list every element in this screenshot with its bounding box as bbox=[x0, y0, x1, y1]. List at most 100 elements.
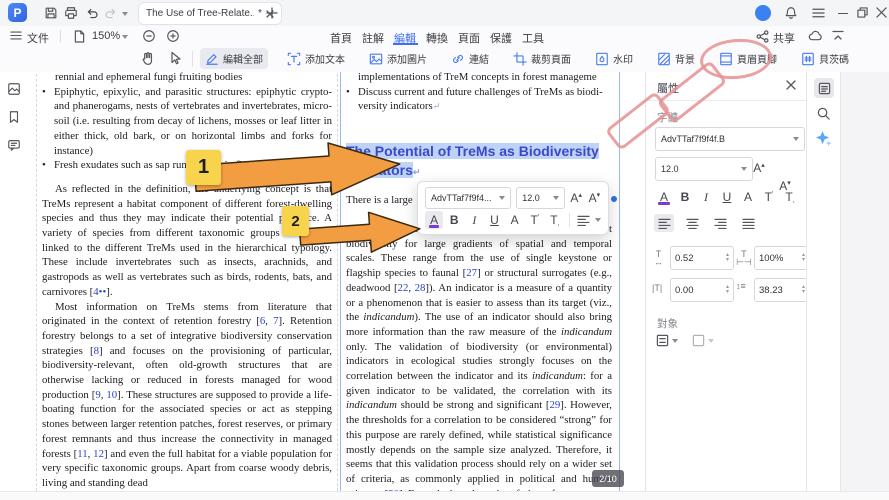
collapsed-panel-area bbox=[840, 72, 889, 491]
font-color-icon[interactable]: A bbox=[654, 188, 674, 206]
superscript-icon[interactable]: T ′ bbox=[759, 188, 779, 206]
ribbon-tab-tools[interactable]: 工具 bbox=[522, 30, 544, 46]
print-icon[interactable] bbox=[64, 6, 78, 20]
hand-tool-icon[interactable] bbox=[140, 51, 155, 66]
paragraph-continuation: implementations of TreM concepts in fore… bbox=[358, 72, 597, 83]
properties-panel: 屬性 字體 AdvTTaf7f9f4f.B 12.0 A ▴ A ▾ A B I U… bbox=[645, 72, 810, 491]
divider bbox=[60, 30, 61, 42]
align-center-icon[interactable] bbox=[682, 214, 702, 232]
undo-icon[interactable] bbox=[86, 7, 99, 20]
alignment-dropdown-icon[interactable] bbox=[595, 218, 602, 222]
ribbon-tab-page[interactable]: 頁面 bbox=[458, 30, 480, 46]
redo-icon[interactable] bbox=[104, 7, 117, 20]
divider bbox=[568, 213, 570, 227]
font-size-select[interactable]: 12.0 bbox=[516, 187, 565, 209]
ribbon-tab-convert[interactable]: 轉換 bbox=[426, 30, 448, 46]
properties-tab-icon[interactable] bbox=[814, 78, 834, 98]
link-button[interactable]: 連結 bbox=[446, 48, 494, 69]
edit-all-button[interactable]: 編輯全部 bbox=[200, 48, 268, 69]
floating-format-toolbar: AdvTTaf7f9f4... 12.0 A ▴ A ▾ A B I U A T ′ … bbox=[417, 181, 609, 235]
file-menu-icon[interactable] bbox=[10, 30, 22, 41]
underline-icon[interactable]: U bbox=[717, 188, 737, 206]
bullet-text: Discuss current and future challenges of… bbox=[358, 85, 603, 113]
object-align-icon[interactable] bbox=[656, 334, 678, 347]
comments-icon[interactable] bbox=[7, 138, 21, 152]
close-button[interactable] bbox=[876, 7, 887, 18]
ribbon-tab-comment[interactable]: 註解 bbox=[362, 30, 384, 46]
bookmarks-icon[interactable] bbox=[7, 110, 21, 124]
file-menu[interactable]: 文件 bbox=[27, 30, 49, 46]
zoom-dropdown-icon[interactable] bbox=[122, 35, 128, 39]
watermark-button[interactable]: 水印 bbox=[590, 48, 638, 69]
hamburger-menu-icon[interactable] bbox=[812, 7, 825, 19]
object-arrange-icon[interactable] bbox=[692, 334, 714, 347]
alignment-icon[interactable] bbox=[575, 211, 593, 229]
subscript-icon[interactable]: T, bbox=[780, 188, 800, 206]
font-family-select[interactable]: AdvTTaf7f9f4... bbox=[425, 187, 512, 209]
ai-assistant-icon[interactable] bbox=[815, 130, 832, 147]
history-dropdown-icon[interactable] bbox=[122, 12, 128, 16]
bates-number-button[interactable]: 貝茨碼 bbox=[796, 48, 854, 69]
bold-icon[interactable]: B bbox=[675, 188, 695, 206]
align-right-icon[interactable] bbox=[710, 214, 730, 232]
new-tab-icon[interactable] bbox=[266, 7, 278, 19]
ribbon-tab-home[interactable]: 首頁 bbox=[330, 30, 352, 46]
zoom-level-value[interactable]: 150% bbox=[92, 30, 120, 42]
subscript-icon[interactable]: T, bbox=[546, 211, 564, 229]
font-family-select[interactable]: AdvTTaf7f9f4f.B bbox=[655, 127, 805, 151]
ribbon-tab-protect[interactable]: 保護 bbox=[490, 30, 512, 46]
align-left-icon[interactable] bbox=[654, 214, 674, 232]
active-tab-underline bbox=[393, 43, 418, 45]
page-fit-icon[interactable] bbox=[74, 30, 85, 43]
font-style-row: A B I U A T ′ T, bbox=[654, 188, 800, 206]
share-button[interactable]: 共享 bbox=[773, 30, 795, 46]
align-justify-icon[interactable] bbox=[738, 214, 758, 232]
font-color-icon[interactable]: A bbox=[425, 211, 444, 229]
italic-icon[interactable]: I bbox=[696, 188, 716, 206]
add-text-button[interactable]: 添加文本 bbox=[282, 48, 350, 69]
line-spacing-icon: ↕≡ bbox=[736, 281, 746, 291]
search-icon[interactable] bbox=[816, 106, 831, 121]
word-spacing-input[interactable]: 0.00 ▴ ▾ bbox=[670, 278, 734, 302]
annotation-arrow-2 bbox=[298, 211, 421, 253]
selection-handle[interactable] bbox=[611, 196, 617, 202]
left-sidebar bbox=[0, 72, 29, 491]
restore-button[interactable] bbox=[857, 7, 868, 18]
user-avatar[interactable] bbox=[755, 5, 771, 21]
page-indicator-badge: 2/10 bbox=[592, 470, 624, 487]
increase-font-icon[interactable]: A ▴ bbox=[750, 159, 768, 177]
app-logo-icon: P bbox=[8, 3, 27, 22]
italic-icon[interactable]: I bbox=[465, 211, 483, 229]
font-size-select[interactable]: 12.0 bbox=[655, 157, 753, 181]
save-icon[interactable] bbox=[44, 6, 58, 20]
alignment-row bbox=[654, 214, 758, 232]
select-tool-icon[interactable] bbox=[169, 51, 183, 66]
add-image-button[interactable]: 添加圖片 bbox=[364, 48, 432, 69]
document-tab[interactable]: The Use of Tree-Relate... * bbox=[138, 2, 282, 25]
page-thumbnails-icon[interactable] bbox=[7, 82, 21, 96]
paragraph: tempts have been made to develop indicat… bbox=[346, 223, 612, 491]
modified-marker: * bbox=[258, 8, 262, 19]
increase-font-icon[interactable]: A ▴ bbox=[570, 189, 583, 207]
cloud-icon[interactable] bbox=[808, 29, 823, 42]
document-tab-title: The Use of Tree-Relate... bbox=[146, 8, 254, 19]
bold-icon[interactable]: B bbox=[445, 211, 463, 229]
char-spacing-icon: T ↔ bbox=[654, 249, 663, 267]
background-button[interactable]: 背景 bbox=[652, 48, 700, 69]
strikethrough-icon[interactable]: A bbox=[506, 211, 524, 229]
line-spacing-input[interactable]: 38.23 ▴ ▾ bbox=[754, 278, 810, 302]
zoom-in-icon[interactable] bbox=[166, 29, 180, 43]
strikethrough-icon[interactable]: A bbox=[738, 188, 758, 206]
notification-bell-icon[interactable] bbox=[784, 6, 798, 20]
superscript-icon[interactable]: T ′ bbox=[526, 211, 544, 229]
panel-close-icon[interactable] bbox=[786, 80, 796, 90]
char-spacing-input[interactable]: 0.52 ▴ ▾ bbox=[670, 246, 734, 270]
zoom-out-icon[interactable] bbox=[142, 29, 156, 43]
decrease-font-icon[interactable]: A ▾ bbox=[588, 189, 601, 207]
crop-page-button[interactable]: 裁剪頁面 bbox=[508, 48, 576, 69]
minimize-button[interactable] bbox=[838, 13, 848, 14]
underline-icon[interactable]: U bbox=[485, 211, 503, 229]
horizontal-scale-input[interactable]: 100% ▴ ▾ bbox=[754, 246, 810, 270]
collapse-toolbar-icon[interactable] bbox=[832, 30, 844, 42]
paragraph-continuation: rennial and ephemeral fungi fruiting bod… bbox=[55, 72, 243, 83]
